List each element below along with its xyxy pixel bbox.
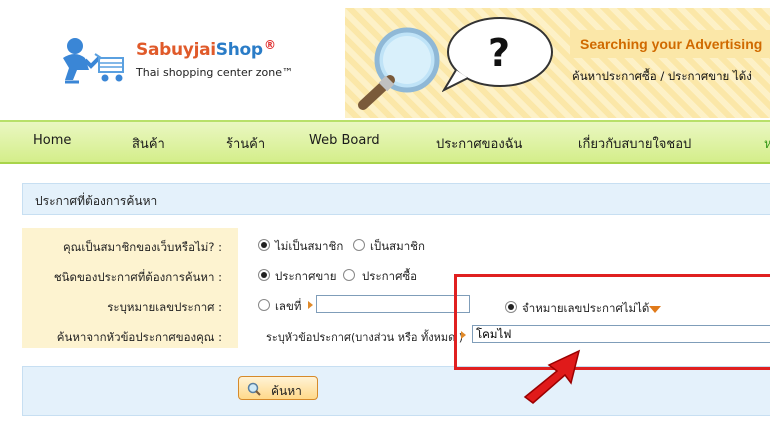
type-buy-label: ประกาศซื้อ (362, 269, 418, 283)
type-label: ชนิดของประกาศที่ต้องการค้นหา : (53, 270, 222, 284)
number-radio[interactable] (258, 299, 270, 311)
number-option-label: เลขที่ (275, 299, 302, 313)
nav-products[interactable]: สินค้า (132, 133, 165, 154)
member-yes-radio[interactable] (353, 239, 365, 251)
main-nav: Home สินค้า ร้านค้า Web Board ประกาศของฉ… (0, 120, 770, 164)
nav-shops[interactable]: ร้านค้า (226, 133, 265, 154)
nav-more[interactable]: ห (764, 133, 770, 154)
member-no-label: ไม่เป็นสมาชิก (275, 239, 344, 253)
question-bubble-icon: ? (442, 17, 553, 93)
highlight-box (454, 274, 770, 370)
section-title: ประกาศที่ต้องการค้นหา (35, 194, 158, 208)
registered-mark: ® (264, 38, 276, 52)
banner-subtitle: ค้นหาประกาศซื้อ / ประกาศขาย ได้ง่ (572, 69, 752, 83)
member-label: คุณเป็นสมาชิกของเว็บหรือไม่? : (62, 240, 222, 254)
number-arrow-icon (308, 301, 313, 309)
logo-name-part2: Shop (215, 40, 263, 60)
search-icon (247, 382, 261, 396)
logo-tagline: Thai shopping center zone™ (136, 66, 294, 79)
type-buy-radio[interactable] (343, 269, 355, 281)
nav-home[interactable]: Home (33, 133, 71, 148)
number-input[interactable] (316, 295, 470, 313)
logo-name-part1: Sabuyjai (136, 40, 216, 60)
member-yes-label: เป็นสมาชิก (370, 239, 425, 253)
magnifier-icon (358, 27, 440, 110)
type-sell-radio[interactable] (258, 269, 270, 281)
site-header: SabuyjaiShop ® Thai shopping center zone… (0, 0, 770, 120)
banner-title: Searching your Advertising (580, 36, 763, 52)
search-button-label: ค้นหา (271, 384, 302, 398)
red-pointer-arrow-icon (523, 349, 581, 404)
member-no-radio[interactable] (258, 239, 270, 251)
form-action-bar (22, 366, 770, 416)
type-sell-label: ประกาศขาย (275, 269, 337, 283)
logo-wordmark[interactable]: SabuyjaiShop (136, 40, 263, 60)
search-button[interactable]: ค้นหา (238, 376, 318, 400)
nav-webboard[interactable]: Web Board (309, 133, 380, 148)
topic-label: ค้นหาจากหัวข้อประกาศของคุณ : (56, 330, 222, 344)
search-section-header: ประกาศที่ต้องการค้นหา (22, 183, 770, 215)
topic-hint: ระบุหัวข้อประกาศ(บางส่วน หรือ ทั้งหมด ) (266, 331, 464, 344)
svg-text:?: ? (488, 31, 510, 75)
nav-about[interactable]: เกี่ยวกับสบายใจชอป (578, 133, 691, 154)
nav-my-ads[interactable]: ประกาศของฉัน (436, 133, 522, 154)
baby-cart-logo-icon (63, 38, 124, 84)
form-label-column: คุณเป็นสมาชิกของเว็บหรือไม่? : ชนิดของปร… (22, 228, 238, 348)
number-label: ระบุหมายเลขประกาศ : (107, 300, 222, 314)
